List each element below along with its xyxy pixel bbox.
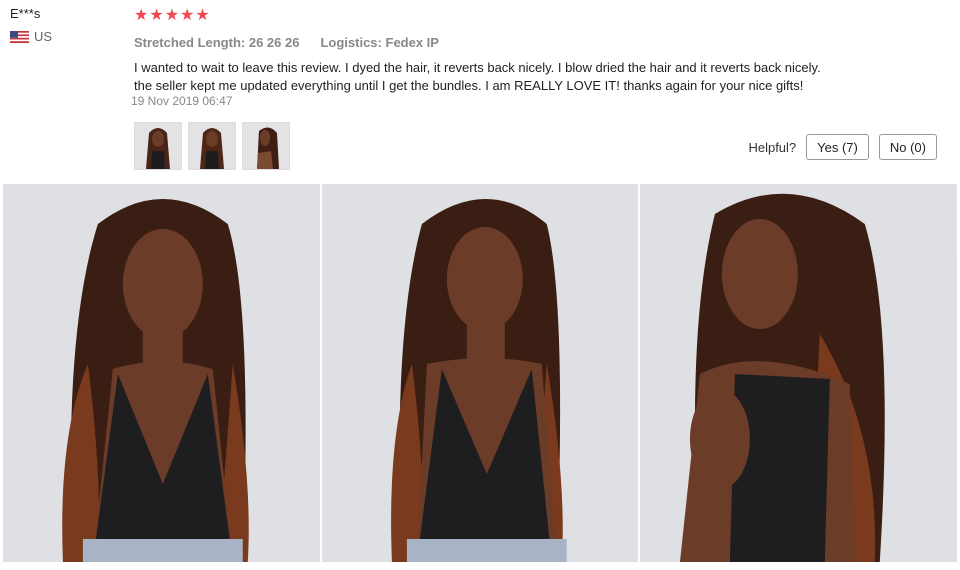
review-photo-1[interactable] — [3, 184, 320, 562]
star-rating: ★ ★ ★ ★ ★ — [134, 6, 934, 26]
reviewer-country: US — [10, 29, 120, 44]
review-attributes: Stretched Length: 26 26 26 Logistics: Fe… — [134, 35, 934, 50]
thumbnail-photo-2[interactable] — [188, 122, 236, 170]
review-photo-3[interactable] — [640, 184, 958, 562]
person-photo-icon — [189, 123, 235, 169]
logistics: Logistics: Fedex IP — [320, 35, 439, 50]
stretched-length-label: Stretched Length: — [134, 35, 246, 50]
person-photo-icon — [3, 184, 320, 562]
helpful-voting: Helpful? Yes (7) No (0) — [748, 134, 937, 160]
person-photo-icon — [135, 123, 181, 169]
star-icon: ★ — [195, 7, 210, 24]
review-photo-2[interactable] — [321, 184, 639, 562]
star-icon: ★ — [134, 7, 149, 24]
thumbnail-strip — [134, 122, 290, 170]
person-photo-icon — [640, 184, 958, 562]
review-date: 19 Nov 2019 06:47 — [131, 94, 233, 108]
thumbnail-photo-3[interactable] — [242, 122, 290, 170]
star-icon: ★ — [149, 7, 164, 24]
logistics-value: Fedex IP — [385, 35, 439, 50]
stretched-length-value: 26 26 26 — [248, 35, 300, 50]
stretched-length: Stretched Length: 26 26 26 — [134, 35, 299, 50]
person-photo-icon — [243, 123, 289, 169]
person-photo-icon — [321, 184, 639, 562]
helpful-no-button[interactable]: No (0) — [878, 134, 937, 160]
helpful-yes-button[interactable]: Yes (7) — [806, 134, 869, 160]
review-body: ★ ★ ★ ★ ★ Stretched Length: 26 26 26 Log… — [134, 6, 934, 95]
logistics-label: Logistics: — [320, 35, 382, 50]
reviewer-info: E***s US — [10, 6, 120, 44]
thumbnail-photo-1[interactable] — [134, 122, 182, 170]
review-text-line-1: I wanted to wait to leave this review. I… — [134, 60, 821, 75]
review-text-line-2: the seller kept me updated everything un… — [134, 78, 804, 93]
us-flag-icon — [10, 30, 29, 43]
review-photo-gallery — [3, 184, 958, 562]
star-icon: ★ — [164, 7, 180, 24]
star-icon: ★ — [180, 7, 195, 24]
country-label: US — [34, 29, 53, 44]
helpful-label: Helpful? — [748, 139, 797, 155]
reviewer-name: E***s — [10, 6, 41, 21]
review-text: I wanted to wait to leave this review. I… — [134, 59, 854, 95]
